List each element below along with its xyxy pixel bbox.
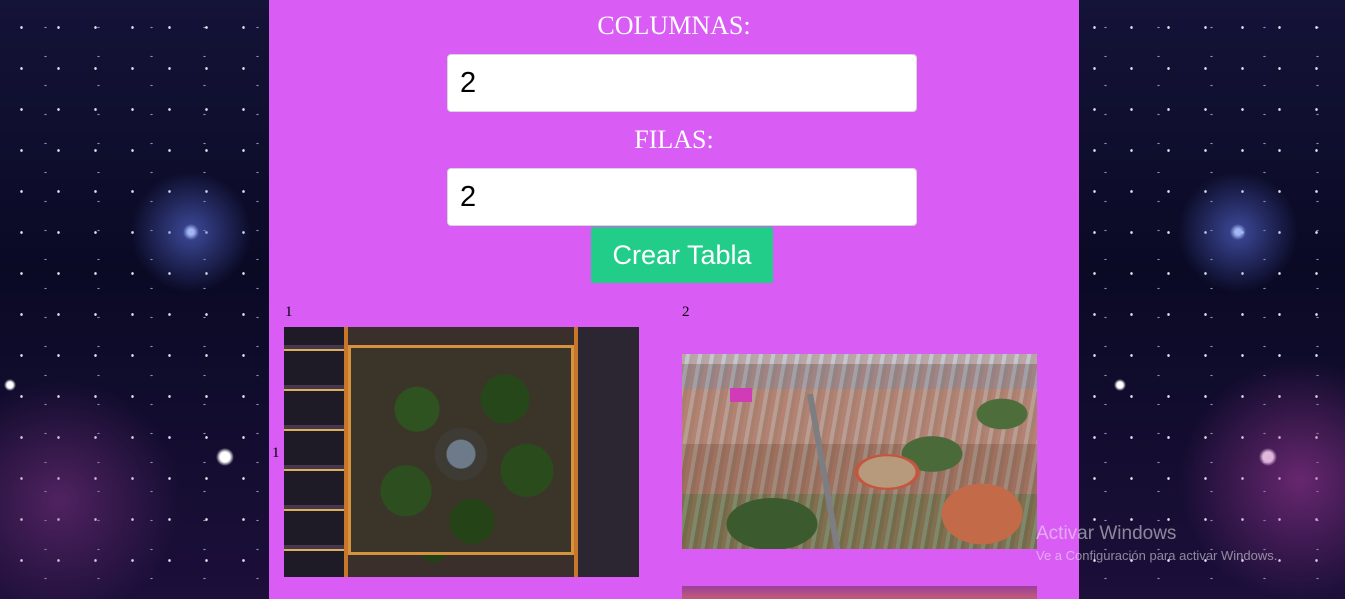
- columns-label: COLUMNAS:: [597, 11, 751, 40]
- rows-input[interactable]: [447, 168, 917, 226]
- rows-label: FILAS:: [634, 125, 714, 154]
- create-table-button[interactable]: Crear Tabla: [591, 227, 773, 283]
- row-header-1: 1: [272, 445, 280, 461]
- column-header-2: 2: [682, 304, 690, 320]
- column-header-1: 1: [285, 304, 293, 320]
- jacaranda-photo: [682, 586, 1037, 599]
- plaza-aerial-photo: [284, 327, 639, 577]
- main-panel: COLUMNAS: FILAS: Crear Tabla 1 2 1: [269, 0, 1079, 599]
- columns-input[interactable]: [447, 54, 917, 112]
- city-aerial-photo: [682, 354, 1037, 549]
